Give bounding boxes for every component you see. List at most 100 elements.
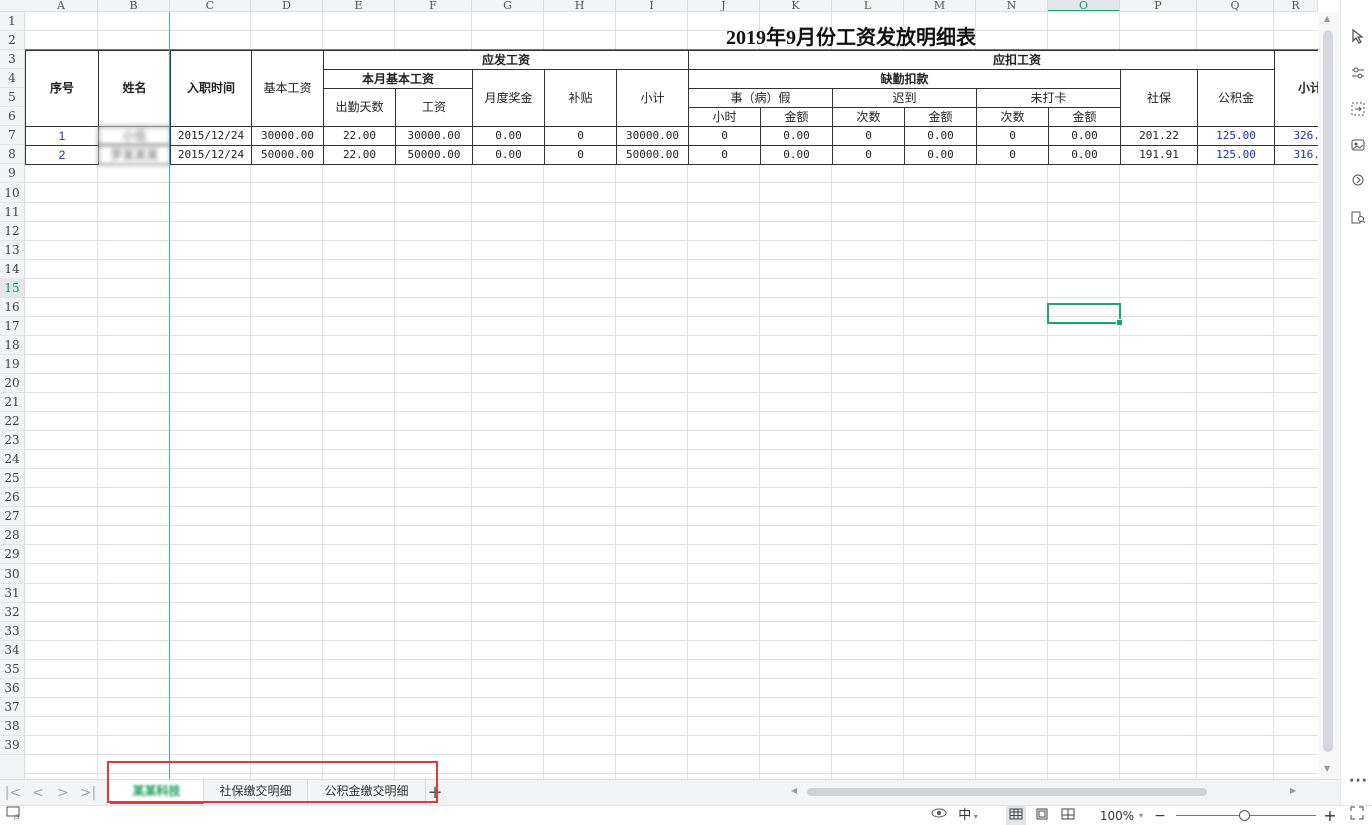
scroll-right-icon[interactable]: ▶ bbox=[1290, 786, 1296, 795]
row-header-13[interactable]: 13 bbox=[0, 241, 24, 260]
add-sheet-button[interactable]: + bbox=[426, 783, 444, 803]
column-header-d[interactable]: D bbox=[251, 0, 323, 11]
row-header-35[interactable]: 35 bbox=[0, 660, 24, 679]
row-header-15[interactable]: 15 bbox=[0, 279, 24, 298]
row-header-7[interactable]: 7 bbox=[0, 126, 24, 145]
header-leave-amount[interactable]: 金额 bbox=[760, 107, 833, 127]
record-name[interactable]: 小伍 bbox=[98, 126, 171, 146]
header-payable[interactable]: 应发工资 bbox=[323, 50, 689, 70]
header-no-punch[interactable]: 未打卡 bbox=[976, 88, 1121, 108]
header-nopunch-times[interactable]: 次数 bbox=[976, 107, 1049, 127]
record-nopunch-times[interactable]: 0 bbox=[976, 145, 1049, 165]
cell-grid[interactable]: 序号 姓名 入职时间 基本工资 应发工资 本月基本工资 出勤天数 工资 月度奖金 补贴 小计 应扣工资… bbox=[25, 12, 1318, 779]
header-absence-deduction[interactable]: 缺勤扣款 bbox=[688, 69, 1121, 89]
record-nopunch-amount[interactable]: 0.00 bbox=[1048, 126, 1121, 146]
record-fund[interactable]: 125.00 bbox=[1197, 145, 1275, 165]
row-header-34[interactable]: 34 bbox=[0, 641, 24, 660]
header-hire-date[interactable]: 入职时间 bbox=[170, 50, 252, 127]
column-header-e[interactable]: E bbox=[323, 0, 395, 11]
column-header-r[interactable]: R bbox=[1274, 0, 1318, 11]
row-header-4[interactable]: 4 bbox=[0, 69, 24, 88]
row-header-12[interactable]: 12 bbox=[0, 222, 24, 241]
column-header-i[interactable]: I bbox=[616, 0, 688, 11]
row-header-17[interactable]: 17 bbox=[0, 317, 24, 336]
header-nopunch-amount[interactable]: 金额 bbox=[1048, 107, 1121, 127]
last-sheet-icon[interactable]: >| bbox=[79, 783, 97, 803]
row-header-29[interactable]: 29 bbox=[0, 545, 24, 564]
sheet-title[interactable]: 2019年9月份工资发放明细表 bbox=[726, 21, 976, 50]
header-name[interactable]: 姓名 bbox=[98, 50, 171, 127]
header-housing-fund[interactable]: 公积金 bbox=[1197, 69, 1275, 127]
header-social-security[interactable]: 社保 bbox=[1120, 69, 1198, 127]
column-header-f[interactable]: F bbox=[395, 0, 472, 11]
location-icon[interactable] bbox=[1349, 173, 1367, 191]
header-wage[interactable]: 工资 bbox=[395, 88, 473, 127]
row-header-1[interactable]: 1 bbox=[0, 12, 24, 31]
header-month-base[interactable]: 本月基本工资 bbox=[323, 69, 473, 89]
scroll-left-icon[interactable]: ◀ bbox=[791, 786, 797, 795]
horizontal-scrollbar[interactable]: ◀ ▶ bbox=[785, 784, 1300, 800]
record-deduct-subtotal[interactable]: 316.9 bbox=[1274, 145, 1318, 165]
row-header-14[interactable]: 14 bbox=[0, 260, 24, 279]
vertical-scrollbar[interactable]: ▲ ▼ bbox=[1319, 12, 1339, 779]
column-header-g[interactable]: G bbox=[472, 0, 544, 11]
record-allowance[interactable]: 0 bbox=[544, 145, 617, 165]
column-header-c[interactable]: C bbox=[170, 0, 251, 11]
tab-housing-fund[interactable]: 公积金缴交明细 bbox=[308, 780, 426, 804]
header-base-salary[interactable]: 基本工资 bbox=[251, 50, 324, 127]
transfer-icon[interactable] bbox=[1349, 101, 1367, 119]
header-leave-hours[interactable]: 小时 bbox=[688, 107, 761, 127]
row-header-11[interactable]: 11 bbox=[0, 203, 24, 222]
column-header-a[interactable]: A bbox=[25, 0, 98, 11]
header-late[interactable]: 迟到 bbox=[832, 88, 977, 108]
zoom-level[interactable]: 100% bbox=[1097, 806, 1137, 825]
active-cell-selection[interactable] bbox=[1047, 303, 1123, 326]
record-seq[interactable]: 2 bbox=[25, 145, 99, 165]
scroll-up-icon[interactable]: ▲ bbox=[1324, 14, 1330, 23]
record-late-amount[interactable]: 0.00 bbox=[904, 145, 977, 165]
record-deduct-subtotal[interactable]: 326.2 bbox=[1274, 126, 1318, 146]
vertical-scroll-thumb[interactable] bbox=[1323, 30, 1333, 752]
row-header-3[interactable]: 3 bbox=[0, 50, 24, 69]
row-header-36[interactable]: 36 bbox=[0, 679, 24, 698]
column-header-j[interactable]: J bbox=[688, 0, 760, 11]
row-header-33[interactable]: 33 bbox=[0, 622, 24, 641]
row-header-20[interactable]: 20 bbox=[0, 374, 24, 393]
header-attendance-days[interactable]: 出勤天数 bbox=[323, 88, 396, 127]
row-header-22[interactable]: 22 bbox=[0, 412, 24, 431]
page-break-icon[interactable] bbox=[1058, 806, 1078, 825]
header-subtotal[interactable]: 小计 bbox=[616, 69, 689, 127]
header-allowance[interactable]: 补贴 bbox=[544, 69, 617, 127]
zoom-dropdown-icon[interactable]: ▾ bbox=[1136, 806, 1146, 825]
adjust-icon[interactable] bbox=[1349, 65, 1367, 83]
column-header-k[interactable]: K bbox=[760, 0, 832, 11]
zoom-slider[interactable] bbox=[1176, 806, 1316, 825]
record-fund[interactable]: 125.00 bbox=[1197, 126, 1275, 146]
row-header-6[interactable]: 6 bbox=[0, 107, 24, 126]
record-allowance[interactable]: 0 bbox=[544, 126, 617, 146]
column-header-p[interactable]: P bbox=[1120, 0, 1197, 11]
macro-icon[interactable]: JS bbox=[4, 806, 24, 825]
first-sheet-icon[interactable]: |< bbox=[4, 783, 22, 803]
header-late-times[interactable]: 次数 bbox=[832, 107, 905, 127]
record-base[interactable]: 30000.00 bbox=[251, 126, 324, 146]
record-nopunch-times[interactable]: 0 bbox=[976, 126, 1049, 146]
zoom-thumb[interactable] bbox=[1239, 810, 1250, 821]
record-leave-hours[interactable]: 0 bbox=[688, 145, 761, 165]
row-header-21[interactable]: 21 bbox=[0, 393, 24, 412]
row-header-2[interactable]: 2 bbox=[0, 31, 24, 50]
column-header-n[interactable]: N bbox=[976, 0, 1048, 11]
record-leave-amount[interactable]: 0.00 bbox=[760, 145, 833, 165]
record-name[interactable]: 罗某某某 bbox=[98, 145, 171, 165]
record-wage[interactable]: 30000.00 bbox=[395, 126, 473, 146]
header-leave[interactable]: 事（病）假 bbox=[688, 88, 833, 108]
row-header-24[interactable]: 24 bbox=[0, 450, 24, 469]
fullscreen-icon[interactable] bbox=[1348, 806, 1366, 825]
more-icon[interactable]: ··· bbox=[1349, 772, 1367, 790]
tab-company[interactable]: 某某科技 bbox=[110, 780, 204, 804]
column-header-l[interactable]: L bbox=[832, 0, 904, 11]
image-icon[interactable] bbox=[1349, 137, 1367, 155]
row-header-9[interactable]: 9 bbox=[0, 164, 24, 183]
row-header-26[interactable]: 26 bbox=[0, 488, 24, 507]
header-deduct-subtotal[interactable]: 小计 bbox=[1274, 50, 1318, 127]
